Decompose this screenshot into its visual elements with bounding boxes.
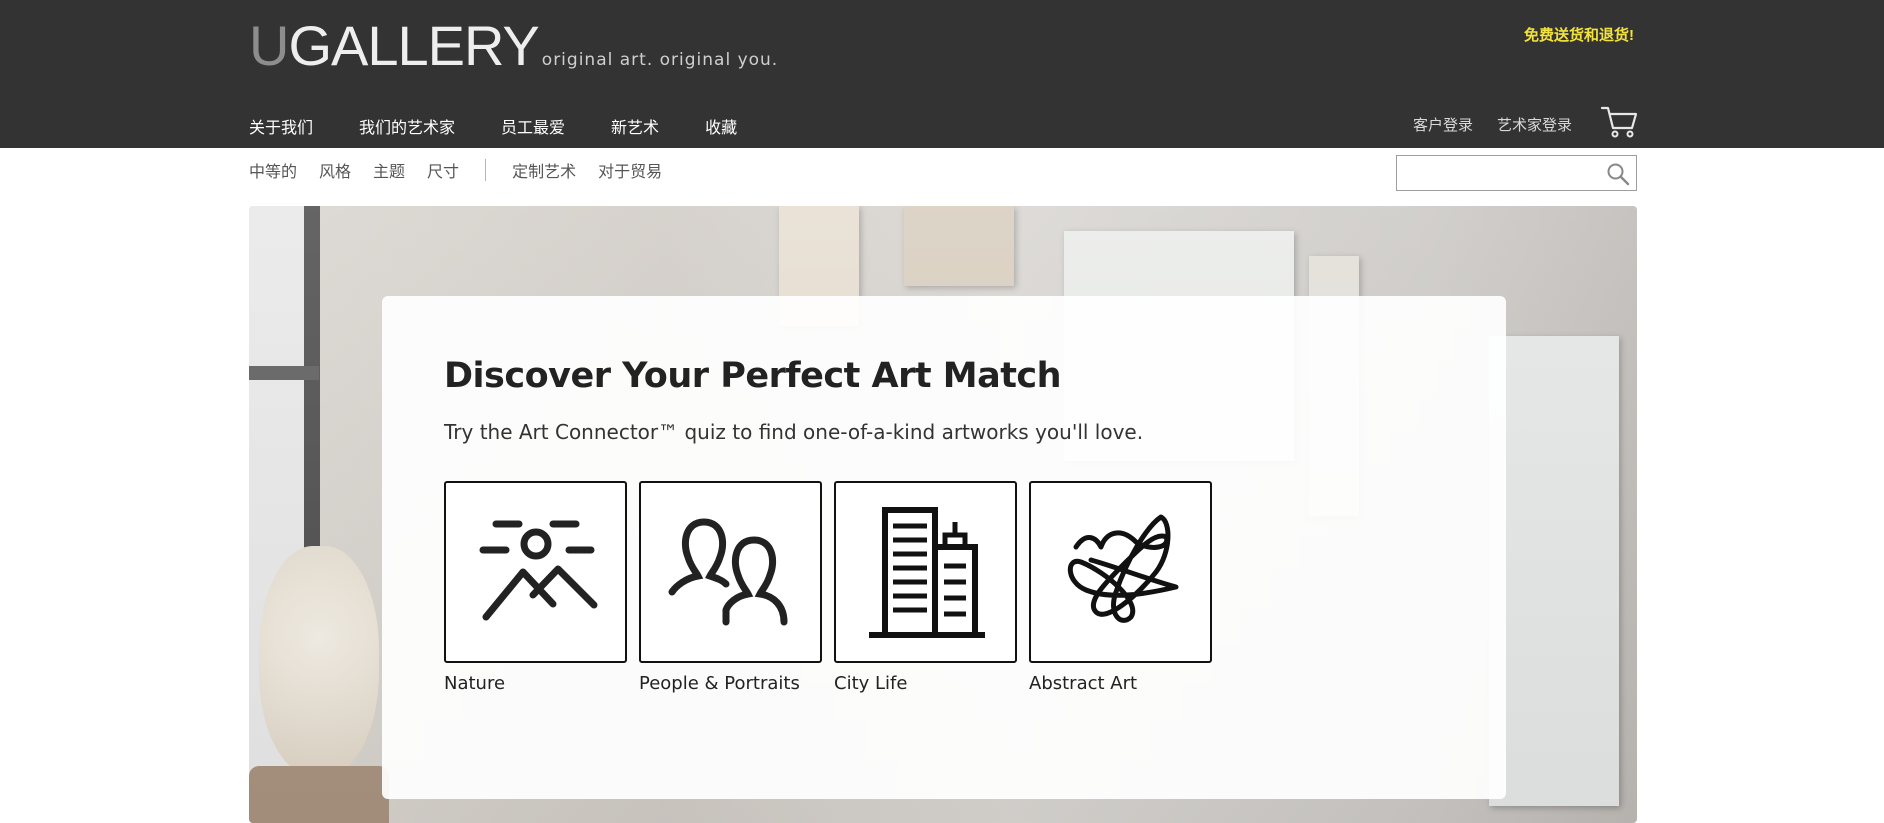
- quiz-title: Discover Your Perfect Art Match: [444, 356, 1062, 396]
- artist-login-link[interactable]: 艺术家登录: [1497, 114, 1572, 135]
- cart-icon[interactable]: [1600, 104, 1638, 138]
- quiz-option-label: Abstract Art: [1029, 673, 1138, 694]
- quiz-options: Nature People & Portraits City Life Abst…: [444, 481, 1212, 694]
- mountain-sun-icon: [479, 520, 597, 621]
- nav-new-art[interactable]: 新艺术: [611, 114, 659, 138]
- filter-medium[interactable]: 中等的: [249, 158, 297, 182]
- trade-link[interactable]: 对于贸易: [598, 158, 662, 182]
- nav-staff-picks[interactable]: 员工最爱: [501, 114, 565, 138]
- quiz-option-city-life[interactable]: City Life: [834, 481, 1017, 694]
- search-box: [1396, 155, 1637, 191]
- nav-our-artists[interactable]: 我们的艺术家: [359, 114, 455, 138]
- top-header: UGALLERY original art. original you. 免费送…: [0, 0, 1884, 148]
- search-input[interactable]: [1397, 156, 1597, 190]
- people-icon: [668, 518, 787, 626]
- quiz-option-label: City Life: [834, 673, 908, 694]
- free-shipping-promo[interactable]: 免费送货和退货!: [1524, 24, 1634, 45]
- buildings-icon: [868, 507, 985, 638]
- customer-login-link[interactable]: 客户登录: [1413, 114, 1473, 135]
- scribble-icon: [1067, 514, 1178, 623]
- quiz-option-nature[interactable]: Nature: [444, 481, 627, 694]
- ugallery-logo[interactable]: UGALLERY original art. original you.: [249, 18, 778, 74]
- quiz-option-label: Nature: [444, 673, 506, 694]
- logo-wordmark: UGALLERY: [249, 14, 540, 77]
- filter-style[interactable]: 风格: [319, 158, 351, 182]
- search-icon[interactable]: [1606, 162, 1630, 186]
- quiz-subtitle: Try the Art Connector™ quiz to find one-…: [444, 420, 1144, 444]
- quiz-option-people-portraits[interactable]: People & Portraits: [639, 481, 822, 694]
- sub-nav: 中等的 风格 主题 尺寸 定制艺术 对于贸易: [249, 158, 684, 182]
- logo-tagline: original art. original you.: [541, 50, 779, 70]
- nav-collections[interactable]: 收藏: [705, 114, 737, 138]
- filter-subject[interactable]: 主题: [373, 158, 405, 182]
- sub-nav-divider: [485, 159, 487, 181]
- custom-art-link[interactable]: 定制艺术: [512, 158, 576, 182]
- filter-size[interactable]: 尺寸: [427, 158, 459, 182]
- nav-about-us[interactable]: 关于我们: [249, 114, 313, 138]
- main-nav: 关于我们 我们的艺术家 员工最爱 新艺术 收藏: [249, 114, 737, 138]
- quiz-option-abstract-art[interactable]: Abstract Art: [1029, 481, 1212, 694]
- account-nav: 客户登录 艺术家登录: [1413, 114, 1572, 135]
- quiz-option-label: People & Portraits: [639, 673, 800, 694]
- art-match-quiz-card: Discover Your Perfect Art Match Try the …: [382, 296, 1506, 799]
